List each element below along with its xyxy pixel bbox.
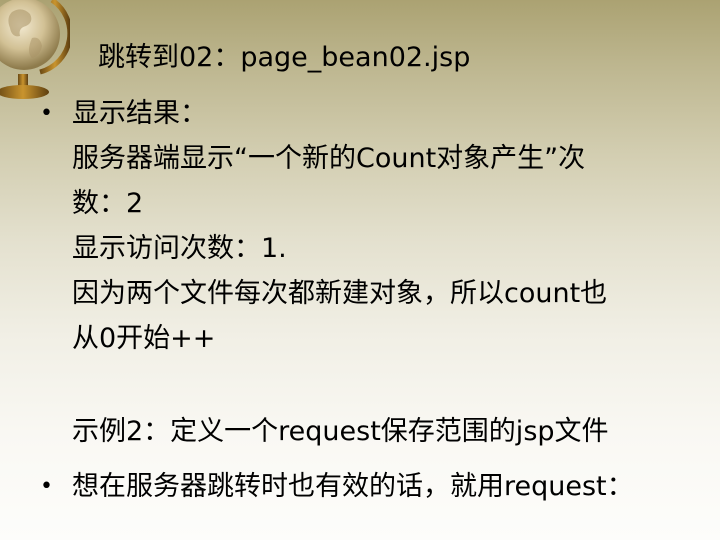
example-line: 示例2：定义一个request保存范围的jsp文件 (72, 416, 609, 447)
bullet-marker: • (40, 101, 53, 126)
body-line-3: 显示访问次数：1. (72, 233, 287, 264)
body-line-5: 从0开始++ (72, 323, 216, 354)
bullet-heading-results: 显示结果： (72, 98, 207, 129)
bullet-marker: • (40, 474, 53, 499)
body-line-4: 因为两个文件每次都新建对象，所以count也 (72, 278, 608, 309)
globe-decoration (0, 0, 70, 99)
body-line-1: 服务器端显示“一个新的Count对象产生”次 (72, 143, 586, 174)
globe-sphere (0, 0, 60, 70)
bullet-request-text: 想在服务器跳转时也有效的话，就用request： (72, 471, 634, 502)
body-line-2: 数：2 (72, 188, 144, 219)
slide-title: 跳转到02：page_bean02.jsp (98, 42, 471, 73)
